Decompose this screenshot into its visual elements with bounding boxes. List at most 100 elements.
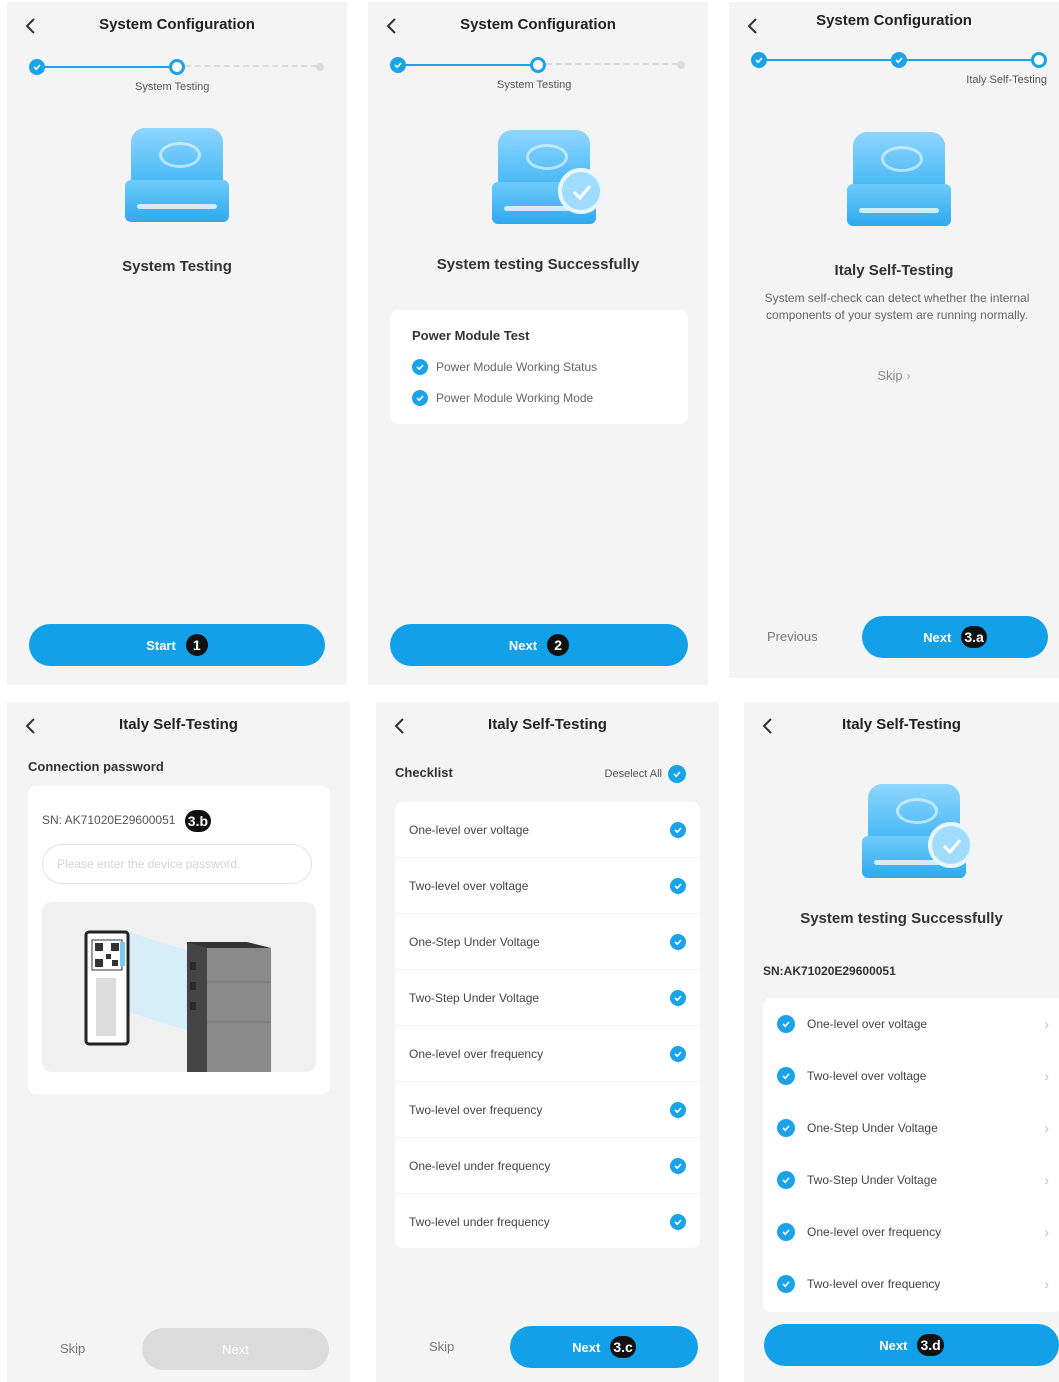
power-module-test-card: Power Module Test Power Module Working S… (390, 310, 688, 424)
checklist-item-label: Two-Step Under Voltage (409, 990, 540, 1005)
stepper-line-done (398, 64, 538, 66)
stepper-line-done (37, 66, 177, 68)
deselect-all-toggle[interactable]: Deselect All (605, 765, 686, 783)
check-icon[interactable] (670, 1101, 686, 1118)
step-done-icon (390, 57, 406, 73)
screen-heading: Italy Self-Testing (834, 262, 954, 279)
result-item[interactable]: Two-level over voltage › (763, 1050, 1059, 1102)
check-icon (412, 390, 428, 406)
checklist-item[interactable]: Two-level under frequency (395, 1194, 700, 1250)
step-current-icon (530, 57, 546, 73)
stepper-line-pending (185, 65, 317, 67)
checklist-item[interactable]: Two-level over voltage (395, 858, 700, 914)
screen-self-test-results: Italy Self-Testing System testing Succes… (744, 702, 1059, 1382)
device-qr-illustration (42, 902, 316, 1072)
serial-number: SN: AK71020E29600051 3.b (42, 810, 212, 832)
step-current-icon (169, 59, 185, 75)
checklist-item-label: Two-level over voltage (409, 878, 529, 893)
progress-stepper: System Testing (7, 54, 347, 94)
next-button-label: Next (879, 1337, 908, 1353)
storage-device-success-icon (492, 130, 604, 226)
password-card: SN: AK71020E29600051 3.b (28, 786, 330, 1094)
deselect-all-label: Deselect All (604, 768, 662, 780)
screen-italy-self-testing-intro: System Configuration Italy Self-Testing … (729, 2, 1059, 678)
result-item[interactable]: One-Step Under Voltage › (763, 1102, 1059, 1154)
result-item-label: One-Step Under Voltage (807, 1121, 938, 1135)
serial-number: SN:AK71020E29600051 (763, 964, 896, 978)
storage-device-icon (847, 132, 951, 228)
list-item-label: Power Module Working Mode (436, 391, 594, 405)
checklist-item[interactable]: One-Step Under Voltage (395, 914, 700, 970)
check-icon (777, 1223, 795, 1241)
storage-device-success-icon (862, 784, 974, 880)
checklist-item[interactable]: Two-Step Under Voltage (395, 970, 700, 1026)
page-title: System Configuration (99, 16, 255, 33)
chevron-right-icon: › (1044, 1120, 1049, 1136)
list-item: Power Module Working Status (412, 359, 597, 375)
result-item-label: Two-level over frequency (807, 1277, 941, 1291)
step-done-icon (751, 52, 767, 68)
check-icon[interactable] (670, 821, 686, 838)
result-item[interactable]: One-level over frequency › (763, 1206, 1059, 1258)
checklist-item[interactable]: Two-level over frequency (395, 1082, 700, 1138)
storage-device-icon (125, 128, 229, 224)
result-item[interactable]: One-level over voltage › (763, 998, 1059, 1050)
next-button-disabled[interactable]: Next (142, 1328, 329, 1370)
annotation-badge: 3.a (961, 626, 987, 648)
step-label: System Testing (135, 81, 210, 93)
chevron-right-icon: › (1044, 1276, 1049, 1292)
previous-button[interactable]: Previous (767, 629, 818, 644)
check-icon[interactable] (670, 877, 686, 894)
result-item[interactable]: Two-Step Under Voltage › (763, 1154, 1059, 1206)
screen-connection-password: Italy Self-Testing Connection password S… (7, 702, 350, 1382)
checklist-label: Checklist (395, 765, 453, 780)
step-done-icon (891, 52, 907, 68)
result-item[interactable]: Two-level over frequency › (763, 1258, 1059, 1310)
check-icon[interactable] (670, 1045, 686, 1062)
next-button-label: Next (508, 637, 538, 653)
next-button[interactable]: Next 3.d (764, 1324, 1059, 1366)
check-icon[interactable] (670, 1214, 686, 1230)
checklist-item[interactable]: One-level over voltage (395, 802, 700, 858)
check-icon (777, 1171, 795, 1189)
start-button[interactable]: Start 1 (29, 624, 325, 666)
skip-button[interactable]: Skip (60, 1341, 85, 1356)
device-password-input[interactable] (42, 844, 312, 884)
check-icon[interactable] (670, 933, 686, 950)
check-icon (777, 1015, 795, 1033)
screen-checklist: Italy Self-Testing Checklist Deselect Al… (376, 702, 719, 1382)
results-card: One-level over voltage › Two-level over v… (763, 998, 1059, 1312)
skip-link-label: Skip (877, 368, 903, 383)
step-pending-icon (677, 61, 685, 69)
step-current-icon (1031, 52, 1047, 68)
chevron-right-icon: › (906, 368, 911, 383)
next-button[interactable]: Next 3.a (862, 616, 1048, 658)
connection-password-label: Connection password (28, 759, 164, 774)
skip-link[interactable]: Skip › (729, 368, 1059, 383)
stepper-line-pending (546, 63, 678, 65)
check-icon (777, 1275, 795, 1293)
result-item-label: One-level over frequency (807, 1225, 942, 1239)
check-icon (412, 359, 428, 375)
checklist-item[interactable]: One-level under frequency (395, 1138, 700, 1194)
screen-heading: System testing Successfully (436, 256, 640, 273)
screen-heading: System Testing (122, 258, 232, 275)
next-button[interactable]: Next 3.c (510, 1326, 698, 1368)
start-button-label: Start (146, 637, 176, 653)
result-item-label: One-level over voltage (807, 1017, 928, 1031)
next-button[interactable]: Next 2 (390, 624, 688, 666)
annotation-badge: 3.c (610, 1336, 636, 1358)
screen-heading: System testing Successfully (800, 910, 1003, 927)
skip-button[interactable]: Skip (429, 1339, 454, 1354)
check-icon[interactable] (670, 1157, 686, 1174)
annotation-badge: 3.b (184, 810, 212, 832)
checklist-item-label: One-level over voltage (409, 822, 530, 837)
check-icon[interactable] (670, 989, 686, 1006)
checklist-item-label: Two-level under frequency (409, 1215, 550, 1229)
inverter-qr-code-icon (84, 930, 271, 1072)
page-title: Italy Self-Testing (842, 716, 961, 733)
checklist-item-label: One-level over frequency (409, 1046, 544, 1061)
screen-description: System self-check can detect whether the… (764, 291, 1030, 322)
checklist-item[interactable]: One-level over frequency (395, 1026, 700, 1082)
chevron-right-icon: › (1044, 1172, 1049, 1188)
